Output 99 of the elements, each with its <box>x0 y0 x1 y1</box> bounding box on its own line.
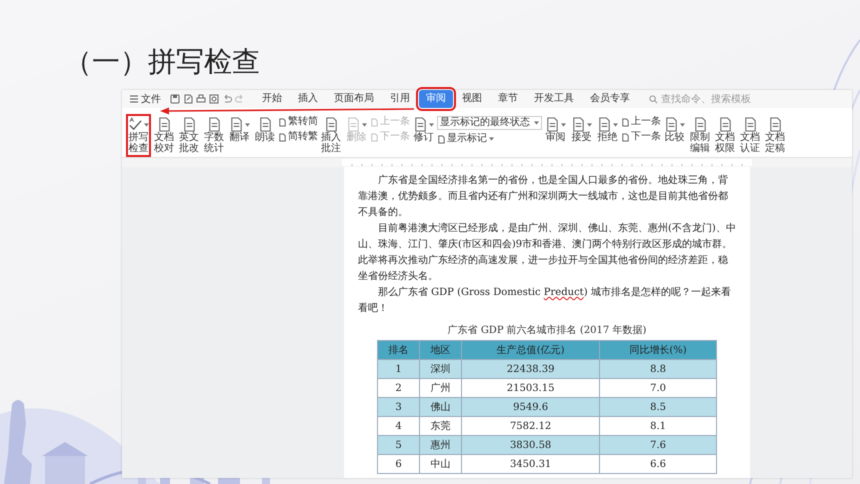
table-cell: 2 <box>378 378 420 398</box>
undo-icon[interactable] <box>222 94 232 104</box>
caret-icon <box>534 121 539 125</box>
table-header: 地区 <box>420 340 462 360</box>
table-cell: 3830.58 <box>462 436 600 454</box>
caret-icon <box>680 122 685 126</box>
ribbon-small-button[interactable]: 下一条 <box>621 131 661 143</box>
caret-icon <box>362 122 367 126</box>
table-header: 排名 <box>378 340 420 360</box>
caret-icon <box>144 122 149 126</box>
slide-title: （一）拼写检查 <box>63 44 261 80</box>
caret-icon <box>561 122 566 126</box>
caret-icon <box>429 122 434 126</box>
ribbon-small-button[interactable]: 简转繁 <box>278 131 318 143</box>
ribbon-button[interactable]: 朗读 <box>253 114 277 146</box>
table-cell: 9549.6 <box>462 398 600 416</box>
table-cell: 22438.39 <box>462 360 600 378</box>
document-icon <box>413 117 428 132</box>
table-caption: 广东省 GDP 前六名城市排名 (2017 年数据) <box>446 324 648 337</box>
ribbon-button[interactable]: 接受 <box>569 114 594 146</box>
table-cell: 1 <box>378 360 420 378</box>
ribbon-button[interactable]: 比较 <box>662 114 687 146</box>
ribbon-small-button[interactable]: 显示标记 <box>437 133 542 145</box>
paragraph: 广东省是全国经济排名第一的省份，也是全国人口最多的省份。地处珠三角，背靠港澳，优势颇多。而且省内还有广州和深圳两大一线城市，这也是目前其他省份都不具备的。 <box>358 174 729 220</box>
table-cell: 6 <box>378 454 420 474</box>
ribbon-tab[interactable]: 插入 <box>291 90 325 108</box>
ribbon-tab[interactable]: 开始 <box>255 90 289 108</box>
ribbon-button[interactable]: 字数统计 <box>202 114 226 157</box>
ribbon-button[interactable]: 拼写检查 <box>126 114 151 157</box>
document-icon <box>664 117 679 132</box>
ribbon-button[interactable]: 插入批注 <box>319 114 343 157</box>
search-field[interactable]: 查找命令、搜索模板 <box>649 94 771 104</box>
menu-icon <box>129 94 139 104</box>
document-icon <box>182 117 196 132</box>
caret-icon <box>489 137 494 141</box>
table-cell: 7582.12 <box>462 416 600 436</box>
ribbon-button[interactable]: 英文批改 <box>177 114 201 157</box>
ribbon-button[interactable]: 限制编辑 <box>688 114 712 157</box>
caret-icon <box>245 122 250 126</box>
table-cell: 中山 <box>420 454 462 474</box>
file-menu[interactable]: 文件 <box>126 91 164 107</box>
table-cell: 深圳 <box>420 360 462 378</box>
ribbon-button[interactable]: 审阅 <box>543 114 568 146</box>
table-cell: 21503.15 <box>462 378 600 398</box>
document-icon <box>156 117 172 132</box>
ribbon-tab[interactable]: 章节 <box>491 90 525 108</box>
document-icon <box>206 117 222 132</box>
table-cell: 3450.31 <box>462 454 600 474</box>
ribbon-button[interactable]: 修订 <box>411 114 436 146</box>
table-header: 生产总值(亿元) <box>462 340 600 360</box>
document-icon <box>571 117 586 132</box>
ribbon-small-button[interactable]: 繁转简 <box>278 116 318 128</box>
markup-dropdown[interactable]: 显示标记的最终状态 <box>437 116 542 130</box>
ribbon-tab[interactable]: 页面布局 <box>327 90 381 108</box>
table-cell: 东莞 <box>420 416 462 436</box>
document-icon <box>742 117 758 132</box>
table-cell: 4 <box>378 416 420 436</box>
save-icon[interactable] <box>170 94 180 104</box>
table-cell: 7.0 <box>600 378 716 398</box>
table-cell: 5 <box>378 436 420 454</box>
document-icon <box>346 117 361 132</box>
document-icon <box>324 117 338 132</box>
ribbon-button[interactable]: 文档定稿 <box>763 114 787 157</box>
print-icon[interactable] <box>196 94 206 104</box>
ribbon-tab[interactable]: 开发工具 <box>527 90 581 108</box>
document-icon <box>768 117 782 132</box>
table-cell: 6.6 <box>600 454 716 474</box>
ribbon-tab[interactable]: 审阅 <box>419 90 453 108</box>
document-icon <box>258 117 272 132</box>
ribbon-button[interactable]: 拒绝 <box>595 114 620 146</box>
ribbon-small-button[interactable]: 上一条 <box>621 116 661 128</box>
document-icon <box>437 134 446 144</box>
ribbon-tab[interactable]: 会员专享 <box>583 90 637 108</box>
search-icon <box>649 94 658 104</box>
document-icon <box>545 117 560 132</box>
caret-icon <box>587 122 592 126</box>
table-cell: 广州 <box>420 378 462 398</box>
caret-icon <box>613 122 618 126</box>
table-header: 同比增长(%) <box>600 340 716 360</box>
document-icon <box>692 117 708 132</box>
spell-check-icon <box>128 117 143 132</box>
ribbon-button[interactable]: 翻译 <box>227 114 252 146</box>
table-cell: 8.1 <box>600 416 716 436</box>
ribbon-button[interactable]: 文档权限 <box>713 114 737 157</box>
document-icon <box>718 117 732 132</box>
paragraph: 目前粤港澳大湾区已经形成，是由广州、深圳、佛山、东莞、惠州(不含龙门)、中山、珠海、江门、肇庆(市区和四会)9市和香港、澳门两个特别行政区形成的城市群。此举将再次推动广东经济的高速发展，进一步拉开与全国其他省份间的经济差距，稳坐省份经济头名。 <box>358 222 736 284</box>
paragraph: 那么广东省 GDP (Gross Domestic Preduct) 城市排名是怎样的呢？一起来看看吧！ <box>358 286 732 316</box>
table-cell: 7.6 <box>600 436 716 454</box>
table-cell: 8.5 <box>600 398 716 416</box>
ribbon-button[interactable]: 文档校对 <box>152 114 176 157</box>
ribbon-tab[interactable]: 视图 <box>455 90 489 108</box>
document-icon <box>229 117 244 132</box>
ribbon-tab[interactable]: 引用 <box>383 90 417 108</box>
document-icon <box>597 117 612 132</box>
table-cell: 佛山 <box>420 398 462 416</box>
ribbon-button[interactable]: 文档认证 <box>738 114 762 157</box>
table-cell: 3 <box>378 398 420 416</box>
table-cell: 惠州 <box>420 436 462 454</box>
table-cell: 8.8 <box>600 360 716 378</box>
